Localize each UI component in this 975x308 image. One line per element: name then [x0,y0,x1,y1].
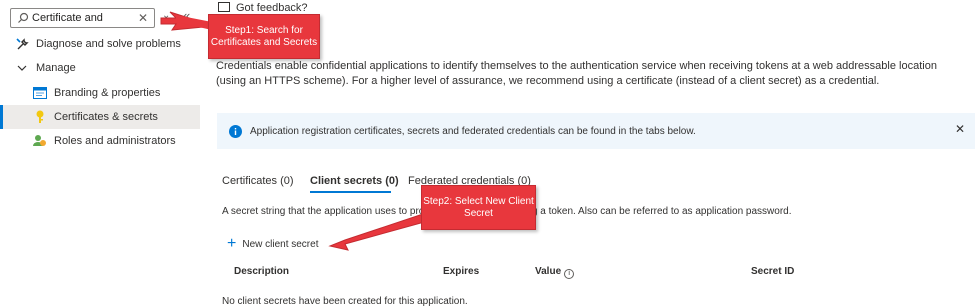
clear-icon[interactable]: ✕ [138,11,148,25]
callout-step2: Step2: Select New Client Secret [421,185,536,230]
chevron-down-icon[interactable]: ⌄ [162,10,170,21]
feedback-label: Got feedback? [236,2,308,14]
sidebar-item-certificates[interactable]: Certificates & secrets [0,105,200,129]
secret-description-start: A secret string that the application use… [222,206,425,217]
client-secrets-description: A secret string that the application use… [222,206,922,217]
branding-icon [33,86,47,100]
info-icon [229,124,242,138]
info-banner-text: Application registration certificates, s… [250,125,696,137]
column-header-value: Value i [535,266,575,279]
arrow-step2 [328,212,429,251]
sidebar-item-label: Branding & properties [54,87,161,99]
tab-client-secrets[interactable]: Client secrets (0) [310,175,399,187]
tab-selected-indicator [310,191,391,193]
search-icon [18,12,29,23]
sidebar-item-manage[interactable]: Manage [0,56,200,80]
key-icon [33,110,47,124]
sidebar-item-roles[interactable]: Roles and administrators [0,129,200,153]
column-header-description: Description [234,266,290,277]
sidebar-item-label: Diagnose and solve problems [36,38,181,50]
column-header-value-label: Value [535,266,562,277]
new-client-secret-label: New client secret [242,238,319,250]
close-icon[interactable]: ✕ [955,122,965,136]
column-header-secret-id: Secret ID [751,266,795,277]
column-header-expires: Expires [443,266,480,277]
feedback-icon [218,2,230,12]
info-banner: Application registration certificates, s… [217,113,975,149]
sidebar-item-branding[interactable]: Branding & properties [0,81,200,105]
plus-icon: + [227,235,237,252]
empty-table-message: No client secrets have been created for … [222,296,468,307]
callout-step1: Step1: Search for Certificates and Secre… [208,14,320,59]
roles-icon [33,134,47,148]
arrow-step1-shaft [176,15,212,30]
sidebar-item-diagnose[interactable]: Diagnose and solve problems [0,32,200,56]
wrench-icon [15,37,29,51]
credentials-description: Credentials enable confidential applicat… [216,60,937,87]
search-value: Certificate and [32,12,103,24]
secret-description-end: sting a token. Also can be referred to a… [516,206,792,217]
sidebar-item-label: Manage [36,62,76,74]
sidebar-item-label: Certificates & secrets [54,111,158,123]
info-icon[interactable]: i [564,268,575,279]
feedback-link[interactable]: Got feedback? [218,2,308,14]
collapse-sidebar-icon[interactable]: « [183,8,190,23]
new-client-secret-button[interactable]: + New client secret [227,235,319,252]
search-input[interactable]: Certificate and ✕ [10,8,155,28]
chevron-down-icon [15,61,29,75]
sidebar-item-label: Roles and administrators [54,135,176,147]
tab-certificates[interactable]: Certificates (0) [222,175,294,187]
